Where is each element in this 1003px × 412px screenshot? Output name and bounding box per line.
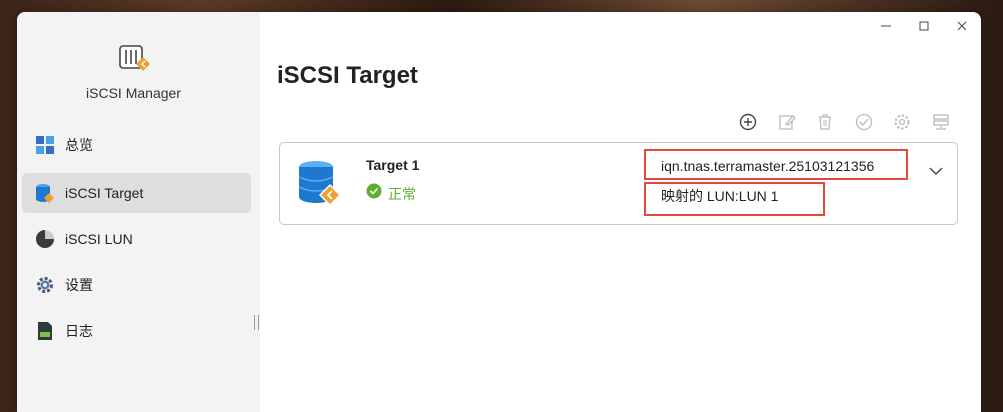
app-window: iSCSI Manager 总览 iSCSI Target iSCSI LUN … [17,12,981,412]
sidebar-item-label: iSCSI LUN [65,231,133,247]
check-icon[interactable] [845,110,884,134]
sidebar-item-iscsi-target[interactable]: iSCSI Target [22,173,251,213]
highlight-box-lun [644,182,825,216]
page-title: iSCSI Target [277,62,418,89]
sidebar-item-iscsi-lun[interactable]: iSCSI LUN [22,219,251,259]
sidebar-resize-handle[interactable] [254,315,259,330]
close-icon[interactable] [943,12,981,40]
status-text: 正常 [388,185,416,202]
server-icon[interactable] [922,110,961,134]
sidebar-item-overview[interactable]: 总览 [22,125,251,165]
sidebar: iSCSI Manager 总览 iSCSI Target iSCSI LUN … [17,12,260,412]
target-name: Target 1 [366,157,420,173]
target-icon [35,183,55,203]
gear-icon [35,275,55,295]
log-icon [35,321,55,341]
window-controls [867,12,981,40]
sidebar-item-label: 设置 [65,277,93,293]
maximize-icon[interactable] [905,12,943,40]
sidebar-item-label: 总览 [65,137,93,153]
minimize-icon[interactable] [867,12,905,40]
sidebar-item-settings[interactable]: 设置 [22,265,251,305]
sidebar-item-logs[interactable]: 日志 [22,311,251,351]
add-icon[interactable] [729,110,768,134]
chevron-down-icon[interactable] [928,163,944,184]
app-logo-icon [118,44,152,79]
lun-icon [35,229,55,249]
settings-icon[interactable] [883,110,922,134]
app-name: iSCSI Manager [86,85,181,101]
status-badge: 正常 [366,183,416,204]
sidebar-item-label: 日志 [65,323,93,339]
sidebar-item-label: iSCSI Target [65,185,144,201]
database-icon [298,160,342,213]
highlight-box-iqn [644,149,908,180]
overview-icon [35,135,55,155]
toolbar [729,110,960,134]
edit-icon[interactable] [768,110,807,134]
delete-icon[interactable] [806,110,845,134]
check-circle-icon [366,183,382,204]
